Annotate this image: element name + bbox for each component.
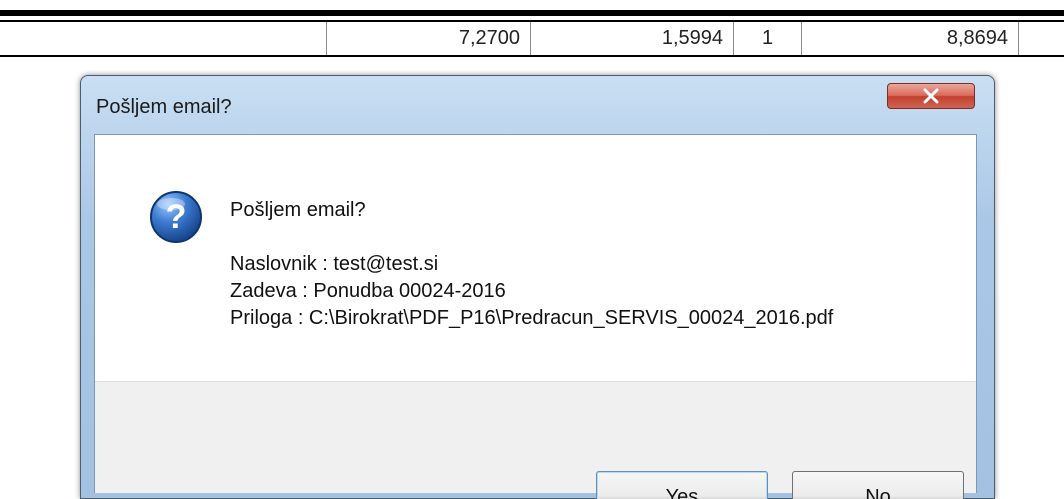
dialog-title: Pošljem email? [96,96,232,118]
table-cell-value-3-text: 1 [761,27,774,49]
message-heading: Pošljem email? [230,199,366,221]
table-cell-value-1-text: 7,2700 [458,27,520,49]
yes-button[interactable]: Yes [596,471,768,499]
email-confirmation-dialog: Pošljem email? ? Pošljem email? Naslovni… [80,75,995,499]
table-cell-empty [1018,22,1064,55]
attachment-path-text: Priloga : C:\Birokrat\PDF_P16\Predracun_… [230,307,834,329]
dialog-message: Pošljem email? Naslovnik : test@test.si … [230,197,833,332]
close-icon [923,88,939,104]
no-button[interactable]: No [792,471,964,499]
recipient-text: Naslovnik : test@test.si [230,253,439,275]
table-cell-value-1: 7,2700 [326,22,530,55]
table-header-rule-thick [0,10,1064,16]
table-cell-value-4: 8,8694 [801,22,1018,55]
yes-button-label: Yes [665,485,699,499]
no-button-label: No [865,485,891,499]
table-row-rule [0,55,1064,57]
question-icon: ? [150,191,202,243]
dialog-content: ? Pošljem email? Naslovnik : test@test.s… [94,134,977,499]
table-cell-value-4-text: 8,8694 [946,27,1008,49]
table-cell-value-2-text: 1,5994 [661,27,723,49]
svg-text:?: ? [166,198,187,236]
message-spacer [230,224,833,251]
subject-text: Zadeva : Ponudba 00024-2016 [230,280,506,302]
screen: 7,2700 1,5994 1 8,8694 Pošljem email? ? … [0,0,1064,499]
table-cell-value-3: 1 [733,22,801,55]
close-button[interactable] [887,83,975,109]
table-cell-value-2: 1,5994 [530,22,733,55]
